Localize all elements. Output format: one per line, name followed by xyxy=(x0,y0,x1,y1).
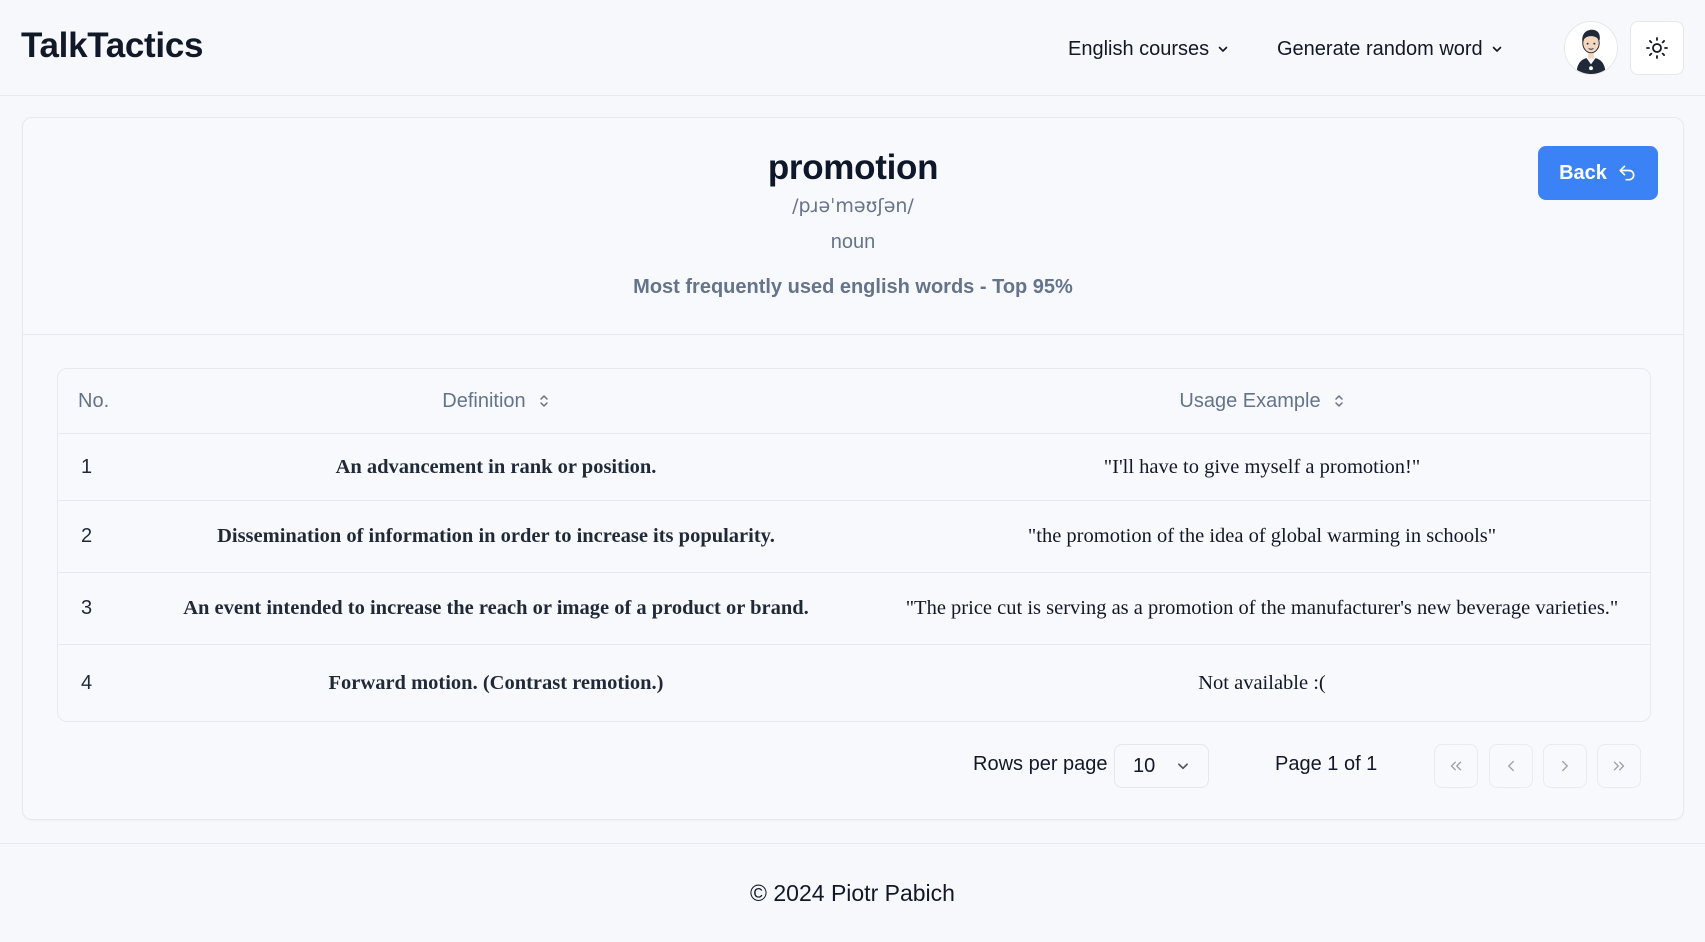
next-page-button[interactable] xyxy=(1543,744,1587,788)
app-logo[interactable]: TalkTactics xyxy=(21,26,203,66)
footer: © 2024 Piotr Pabich xyxy=(0,843,1705,942)
row-definition: An event intended to increase the reach … xyxy=(183,597,809,619)
rows-per-page-select[interactable]: 10 xyxy=(1114,744,1209,788)
first-page-button[interactable] xyxy=(1434,744,1478,788)
english-courses-label: English courses xyxy=(1068,37,1210,60)
row-usage-example: "I'll have to give myself a promotion!" xyxy=(1103,455,1421,478)
definitions-table: No. Definition Usage Example 1 An advanc… xyxy=(57,368,1651,722)
last-page-button[interactable] xyxy=(1597,744,1641,788)
chevrons-right-icon xyxy=(1613,761,1625,771)
word-phonetic: /pɹəˈməʊʃən/ xyxy=(792,195,914,217)
table-row[interactable]: 1 An advancement in rank or position. "I… xyxy=(58,434,1650,501)
top-navbar: TalkTactics English courses Generate ran… xyxy=(0,0,1705,96)
footer-copyright: © 2024 Piotr Pabich xyxy=(750,880,955,906)
sun-icon xyxy=(1646,37,1668,59)
user-avatar-icon xyxy=(1565,22,1617,74)
chevron-right-icon xyxy=(1562,760,1568,772)
row-usage-example: "the promotion of the idea of global war… xyxy=(1027,525,1497,547)
generate-random-word-label: Generate random word xyxy=(1277,37,1483,60)
table-header-row: No. Definition Usage Example xyxy=(58,369,1650,434)
chevron-left-icon xyxy=(1508,760,1514,772)
undo-icon xyxy=(1619,165,1635,181)
column-header-definition[interactable]: Definition xyxy=(118,369,874,433)
column-header-usage-example[interactable]: Usage Example xyxy=(874,369,1650,433)
rows-per-page-value: 10 xyxy=(1133,754,1156,777)
theme-toggle-button[interactable] xyxy=(1630,21,1684,75)
table-row[interactable]: 4 Forward motion. (Contrast remotion.) N… xyxy=(58,645,1650,721)
english-courses-menu[interactable]: English courses xyxy=(1050,27,1247,71)
sort-icon xyxy=(1334,395,1343,407)
row-definition: Forward motion. (Contrast remotion.) xyxy=(328,671,664,694)
word-title: promotion xyxy=(767,148,939,187)
chevron-down-icon xyxy=(1178,763,1188,770)
row-usage-example: Not available :( xyxy=(1198,671,1326,694)
part-of-speech: noun xyxy=(830,231,876,253)
previous-page-button[interactable] xyxy=(1489,744,1533,788)
word-header: promotion /pɹəˈməʊʃən/ noun Most frequen… xyxy=(23,118,1683,335)
column-header-usage-example-label: Usage Example xyxy=(1179,389,1321,412)
row-usage-example: "The price cut is serving as a promotion… xyxy=(905,597,1619,619)
page-indicator: Page 1 of 1 xyxy=(1275,753,1378,775)
column-header-no-label: No. xyxy=(78,389,110,412)
row-definition: Dissemination of information in order to… xyxy=(217,525,775,547)
chevron-down-icon xyxy=(1218,46,1228,52)
rows-per-page-label: Rows per page xyxy=(973,753,1108,775)
table-row[interactable]: 3 An event intended to increase the reac… xyxy=(58,573,1650,645)
back-button[interactable]: Back xyxy=(1538,146,1658,200)
frequency-badge: Most frequently used english words - Top… xyxy=(633,276,1073,298)
word-details-card: promotion /pɹəˈməʊʃən/ noun Most frequen… xyxy=(22,117,1684,820)
row-definition: An advancement in rank or position. xyxy=(335,455,657,478)
table-row[interactable]: 2 Dissemination of information in order … xyxy=(58,501,1650,573)
chevron-down-icon xyxy=(1492,46,1501,52)
user-avatar[interactable] xyxy=(1564,21,1618,75)
back-button-label: Back xyxy=(1559,161,1607,184)
sort-icon xyxy=(539,395,548,407)
column-header-definition-label: Definition xyxy=(442,389,526,412)
chevrons-left-icon xyxy=(1450,761,1462,771)
generate-random-word-menu[interactable]: Generate random word xyxy=(1259,27,1521,71)
